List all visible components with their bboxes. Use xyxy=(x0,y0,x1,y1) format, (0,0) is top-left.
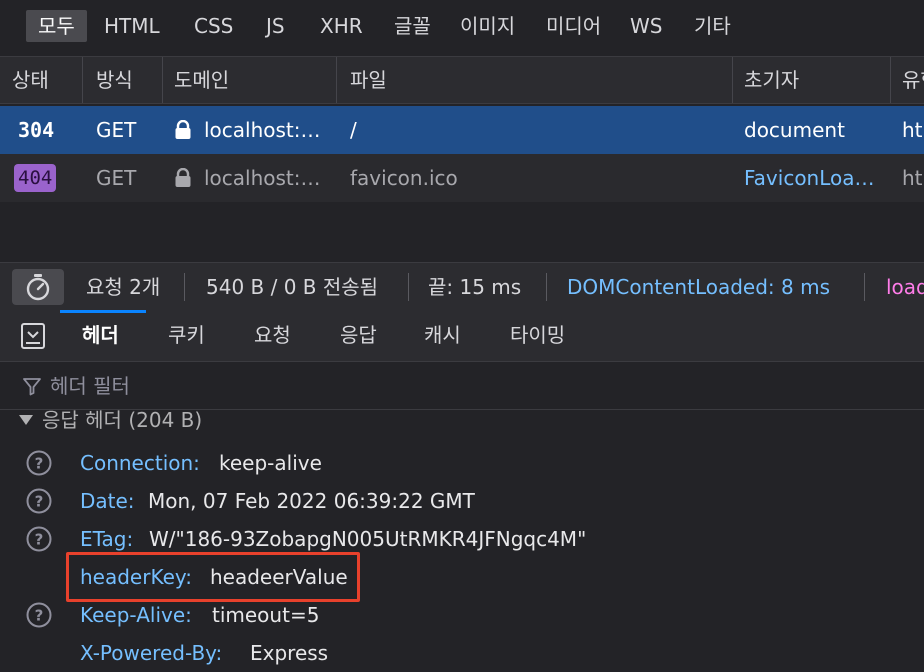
help-icon[interactable]: ? xyxy=(26,488,52,514)
toggle-sidebar-icon[interactable] xyxy=(20,322,46,350)
highlight-annotation-box xyxy=(66,552,360,602)
help-icon[interactable]: ? xyxy=(26,602,52,628)
tab-request[interactable]: 요청 xyxy=(254,310,291,360)
column-divider[interactable] xyxy=(162,57,163,103)
transferred-size: 540 B / 0 B 전송됨 xyxy=(206,275,379,299)
filter-tab-all[interactable]: 모두 xyxy=(26,10,87,42)
finish-time: 끝: 15 ms xyxy=(428,275,522,299)
filter-tab-media[interactable]: 미디어 xyxy=(546,10,601,42)
column-status[interactable]: 상태 xyxy=(12,57,49,103)
header-key: X-Powered-By: xyxy=(80,641,223,665)
request-row-selected[interactable]: 304 GET localhost:… / document ht xyxy=(0,106,924,154)
request-list-empty-area xyxy=(0,202,924,262)
column-divider[interactable] xyxy=(890,57,891,103)
filter-tab-js[interactable]: JS xyxy=(266,10,285,42)
request-type: ht xyxy=(902,166,923,190)
column-initiator[interactable]: 초기자 xyxy=(744,57,799,103)
request-method: GET xyxy=(96,166,137,190)
lock-icon xyxy=(175,168,191,187)
summary-bar: 요청 2개 540 B / 0 B 전송됨 끝: 15 ms DOMConten… xyxy=(0,262,924,310)
divider xyxy=(408,273,409,301)
response-headers-title[interactable]: 응답 헤더 (204 B) xyxy=(42,400,202,440)
header-value: keep-alive xyxy=(219,451,322,475)
help-icon[interactable]: ? xyxy=(26,450,52,476)
header-value: Express xyxy=(250,641,329,665)
column-divider[interactable] xyxy=(336,57,337,103)
header-row-keep-alive: ? Keep-Alive: timeout=5 xyxy=(0,596,924,634)
divider xyxy=(184,273,185,301)
load-time: load xyxy=(886,275,924,299)
collapse-triangle-icon[interactable] xyxy=(18,413,34,427)
request-initiator: document xyxy=(744,118,845,142)
header-row-date: ? Date: Mon, 07 Feb 2022 06:39:22 GMT xyxy=(0,482,924,520)
request-domain: localhost:… xyxy=(204,118,321,142)
divider xyxy=(864,273,865,301)
help-icon[interactable]: ? xyxy=(26,526,52,552)
filter-tab-fonts[interactable]: 글꼴 xyxy=(394,10,431,42)
header-row-connection: ? Connection: keep-alive xyxy=(0,444,924,482)
column-divider[interactable] xyxy=(82,57,83,103)
lock-icon xyxy=(175,120,191,139)
tab-headers[interactable]: 헤더 xyxy=(82,310,119,360)
filter-icon xyxy=(23,378,41,396)
request-table-header: 상태 방식 도메인 파일 초기자 유형 xyxy=(0,56,924,104)
column-domain[interactable]: 도메인 xyxy=(174,57,229,103)
filter-tab-css[interactable]: CSS xyxy=(194,10,233,42)
tab-response[interactable]: 응답 xyxy=(340,310,377,360)
performance-analysis-button[interactable] xyxy=(12,269,64,305)
filter-tab-ws[interactable]: WS xyxy=(630,10,662,42)
filter-tab-other[interactable]: 기타 xyxy=(694,10,731,42)
tab-timings[interactable]: 타이밍 xyxy=(510,310,565,360)
column-divider[interactable] xyxy=(732,57,733,103)
request-file: favicon.ico xyxy=(350,166,458,190)
status-code: 304 xyxy=(18,118,55,142)
svg-text:?: ? xyxy=(35,493,44,511)
header-key: Date: xyxy=(80,489,135,513)
header-key: Keep-Alive: xyxy=(80,603,192,627)
header-row-powered-by: X-Powered-By: Express xyxy=(0,634,924,672)
request-count: 요청 2개 xyxy=(86,275,161,299)
request-type-filter-bar: 모두 HTML CSS JS XHR 글꼴 이미지 미디어 WS 기타 xyxy=(0,0,924,56)
stopwatch-icon xyxy=(26,274,50,301)
column-file[interactable]: 파일 xyxy=(350,57,387,103)
request-domain: localhost:… xyxy=(204,166,321,190)
request-method: GET xyxy=(96,118,137,142)
filter-tab-images[interactable]: 이미지 xyxy=(460,10,515,42)
svg-text:?: ? xyxy=(35,531,44,549)
tab-cookies[interactable]: 쿠키 xyxy=(168,310,205,360)
detail-tab-bar: 헤더 쿠키 요청 응답 캐시 타이밍 xyxy=(0,310,924,362)
dom-content-loaded-time: DOMContentLoaded: 8 ms xyxy=(567,275,830,299)
svg-text:?: ? xyxy=(35,607,44,625)
header-value: Mon, 07 Feb 2022 06:39:22 GMT xyxy=(148,489,475,513)
filter-tab-xhr[interactable]: XHR xyxy=(320,10,363,42)
status-code-badge: 404 xyxy=(14,164,57,192)
filter-tab-html[interactable]: HTML xyxy=(104,10,160,42)
request-initiator-link[interactable]: FaviconLoa… xyxy=(744,154,875,202)
column-type[interactable]: 유형 xyxy=(902,57,924,103)
request-row[interactable]: 404 GET localhost:… favicon.ico FaviconL… xyxy=(0,154,924,202)
header-key: Connection: xyxy=(80,451,200,475)
header-value: timeout=5 xyxy=(212,603,320,627)
request-type: ht xyxy=(902,118,923,142)
divider xyxy=(546,273,547,301)
request-file: / xyxy=(350,118,357,142)
column-method[interactable]: 방식 xyxy=(96,57,133,103)
tab-cache[interactable]: 캐시 xyxy=(424,310,461,360)
svg-text:?: ? xyxy=(35,455,44,473)
